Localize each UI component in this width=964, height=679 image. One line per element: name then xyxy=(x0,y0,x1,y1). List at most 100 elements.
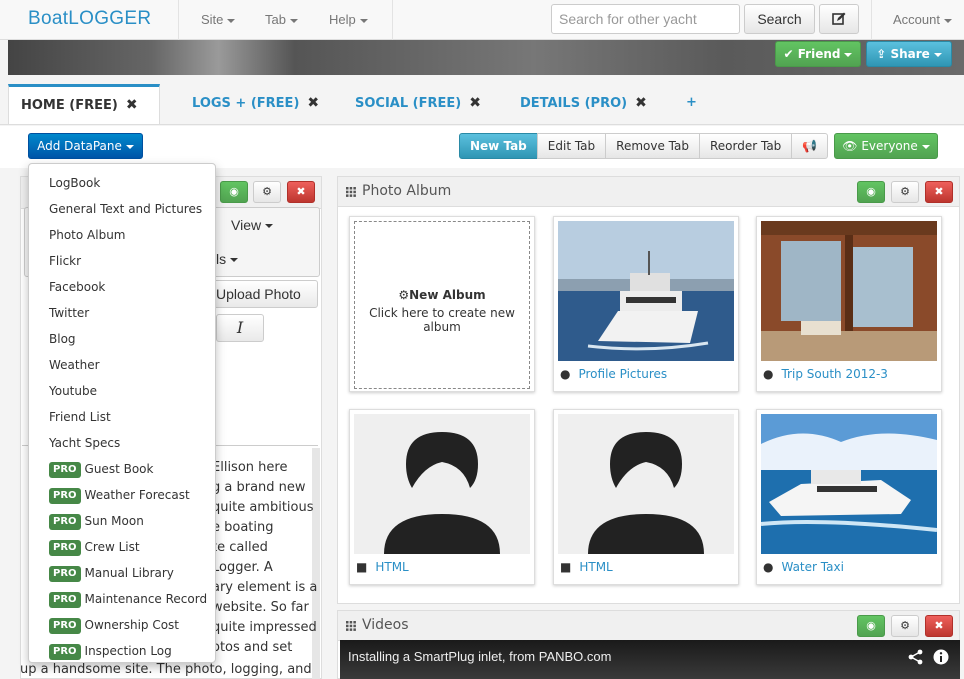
search-button[interactable]: Search xyxy=(744,4,815,34)
caret-down-icon xyxy=(227,18,236,23)
caret-down-icon xyxy=(265,224,274,229)
pane-close-button[interactable]: ✖ xyxy=(287,181,315,203)
share-button[interactable]: ⇪ Share xyxy=(866,41,952,67)
menu-item-inspection-log[interactable]: PRO Inspection Log xyxy=(29,638,215,664)
album-caption[interactable]: ● Profile Pictures xyxy=(560,367,667,381)
search-yacht-input[interactable] xyxy=(551,4,740,34)
menu-item-photo-album[interactable]: Photo Album xyxy=(29,222,215,248)
tab-social[interactable]: SOCIAL (FREE) ✖ xyxy=(355,85,481,125)
menu-item-weather[interactable]: Weather xyxy=(29,352,215,378)
remove-tab-button[interactable]: Remove Tab xyxy=(605,133,700,159)
menu-item-maintenance-record[interactable]: PRO Maintenance Record xyxy=(29,586,215,612)
editor-details-menu[interactable]: ls xyxy=(216,251,239,267)
top-navbar: BoatLOGGER Site Tab Help Search Account xyxy=(0,0,964,40)
gear-icon: ⚙ xyxy=(900,185,910,198)
pane-close-button[interactable]: ✖ xyxy=(925,615,953,637)
video-title[interactable]: Installing a SmartPlug inlet, from PANBO… xyxy=(348,649,611,664)
close-tab-icon[interactable]: ✖ xyxy=(469,95,481,111)
pro-badge: PRO xyxy=(49,643,81,660)
menu-item-sun-moon[interactable]: PRO Sun Moon xyxy=(29,508,215,534)
caret-down-icon xyxy=(933,52,942,57)
album-card[interactable]: ■ HTML xyxy=(349,409,535,585)
menu-item-friend-list[interactable]: Friend List xyxy=(29,404,215,430)
menu-item-ownership-cost[interactable]: PRO Ownership Cost xyxy=(29,612,215,638)
gear-icon: ⚙ xyxy=(900,619,910,632)
menu-item-general-text[interactable]: General Text and Pictures xyxy=(29,196,215,222)
pane-body-text: Ellison here g a brand new quite ambitio… xyxy=(212,460,318,655)
nav-tab-menu[interactable]: Tab xyxy=(265,12,298,27)
pane-visibility-button[interactable]: ◉ xyxy=(857,615,885,637)
pane-settings-button[interactable]: ⚙ xyxy=(891,181,919,203)
caret-down-icon xyxy=(125,144,134,149)
italic-button[interactable]: I xyxy=(216,314,264,342)
nav-help-menu[interactable]: Help xyxy=(329,12,368,27)
tab-details[interactable]: DETAILS (PRO) ✖ xyxy=(520,85,647,125)
menu-item-yacht-specs[interactable]: Yacht Specs xyxy=(29,430,215,456)
friend-button[interactable]: ✔ Friend xyxy=(775,41,861,67)
account-menu[interactable]: Account xyxy=(893,12,952,27)
album-caption[interactable]: ● Water Taxi xyxy=(763,560,844,574)
pane-visibility-button[interactable]: ◉ xyxy=(220,181,248,203)
menu-item-youtube[interactable]: Youtube xyxy=(29,378,215,404)
announce-button[interactable]: 📢 xyxy=(791,133,829,159)
tab-label: LOGS + (FREE) xyxy=(192,96,300,111)
tab-home[interactable]: HOME (FREE) ✖ xyxy=(8,84,160,124)
close-tab-icon[interactable]: ✖ xyxy=(126,97,138,113)
album-card[interactable]: ● Trip South 2012-3 xyxy=(756,216,942,392)
caret-down-icon xyxy=(844,52,853,57)
reorder-tab-button[interactable]: Reorder Tab xyxy=(698,133,793,159)
menu-item-weather-forecast[interactable]: PRO Weather Forecast xyxy=(29,482,215,508)
grid-icon[interactable] xyxy=(346,187,356,197)
video-player[interactable]: Installing a SmartPlug inlet, from PANBO… xyxy=(340,640,960,679)
tab-label: DETAILS (PRO) xyxy=(520,96,628,111)
pane-settings-button[interactable]: ⚙ xyxy=(891,615,919,637)
tab-actions-group: New Tab Edit Tab Remove Tab Reorder Tab … xyxy=(459,133,829,159)
nav-divider xyxy=(392,0,393,40)
placeholder-avatar-image[interactable] xyxy=(354,414,530,554)
share-icon[interactable] xyxy=(908,649,924,665)
placeholder-avatar-image[interactable] xyxy=(558,414,734,554)
tab-label: SOCIAL (FREE) xyxy=(355,96,462,111)
gear-icon: ⚙ xyxy=(262,185,272,198)
pane-close-button[interactable]: ✖ xyxy=(925,181,953,203)
album-caption[interactable]: ■ HTML xyxy=(560,560,613,574)
menu-item-twitter[interactable]: Twitter xyxy=(29,300,215,326)
menu-item-blog[interactable]: Blog xyxy=(29,326,215,352)
album-card[interactable]: ■ HTML xyxy=(553,409,739,585)
album-cover-yacht-image[interactable] xyxy=(558,221,734,361)
album-caption[interactable]: ● Trip South 2012-3 xyxy=(763,367,888,381)
edit-tab-button[interactable]: Edit Tab xyxy=(536,133,607,159)
tab-logs[interactable]: LOGS + (FREE) ✖ xyxy=(192,85,319,125)
new-album-dropzone[interactable]: ⚙New Album Click here to create new albu… xyxy=(354,221,530,389)
upload-photo-button[interactable]: Upload Photo xyxy=(205,280,318,308)
close-tab-icon[interactable]: ✖ xyxy=(635,95,647,111)
close-tab-icon[interactable]: ✖ xyxy=(307,95,319,111)
menu-item-crew-list[interactable]: PRO Crew List xyxy=(29,534,215,560)
menu-item-facebook[interactable]: Facebook xyxy=(29,274,215,300)
pane-visibility-button[interactable]: ◉ xyxy=(857,181,885,203)
add-tab-button[interactable]: + xyxy=(686,85,697,125)
new-tab-button[interactable]: New Tab xyxy=(459,133,538,159)
info-icon[interactable] xyxy=(933,649,949,665)
album-card[interactable]: ● Profile Pictures xyxy=(553,216,739,392)
album-cover-cabin-image[interactable] xyxy=(761,221,937,361)
menu-item-manual-library[interactable]: PRO Manual Library xyxy=(29,560,215,586)
pro-badge: PRO xyxy=(49,513,81,530)
check-icon: ✔ xyxy=(783,47,794,61)
new-album-card[interactable]: ⚙New Album Click here to create new albu… xyxy=(349,216,535,392)
editor-view-menu[interactable]: View xyxy=(231,217,274,233)
album-cover-motor-yacht-image[interactable] xyxy=(761,414,937,554)
brand-logo[interactable]: BoatLOGGER xyxy=(28,8,151,30)
album-caption[interactable]: ■ HTML xyxy=(356,560,409,574)
nav-site-menu[interactable]: Site xyxy=(201,12,236,27)
menu-item-logbook[interactable]: LogBook xyxy=(29,170,215,196)
grid-icon[interactable] xyxy=(346,621,356,631)
menu-item-guest-book[interactable]: PRO Guest Book xyxy=(29,456,215,482)
add-datapane-button[interactable]: Add DataPane xyxy=(28,133,143,159)
visibility-everyone-button[interactable]: 👁 Everyone xyxy=(834,133,938,159)
album-card[interactable]: ● Water Taxi xyxy=(756,409,942,585)
globe-icon: ● xyxy=(763,367,774,381)
menu-item-flickr[interactable]: Flickr xyxy=(29,248,215,274)
edit-profile-button[interactable] xyxy=(819,4,859,34)
pane-settings-button[interactable]: ⚙ xyxy=(253,181,281,203)
